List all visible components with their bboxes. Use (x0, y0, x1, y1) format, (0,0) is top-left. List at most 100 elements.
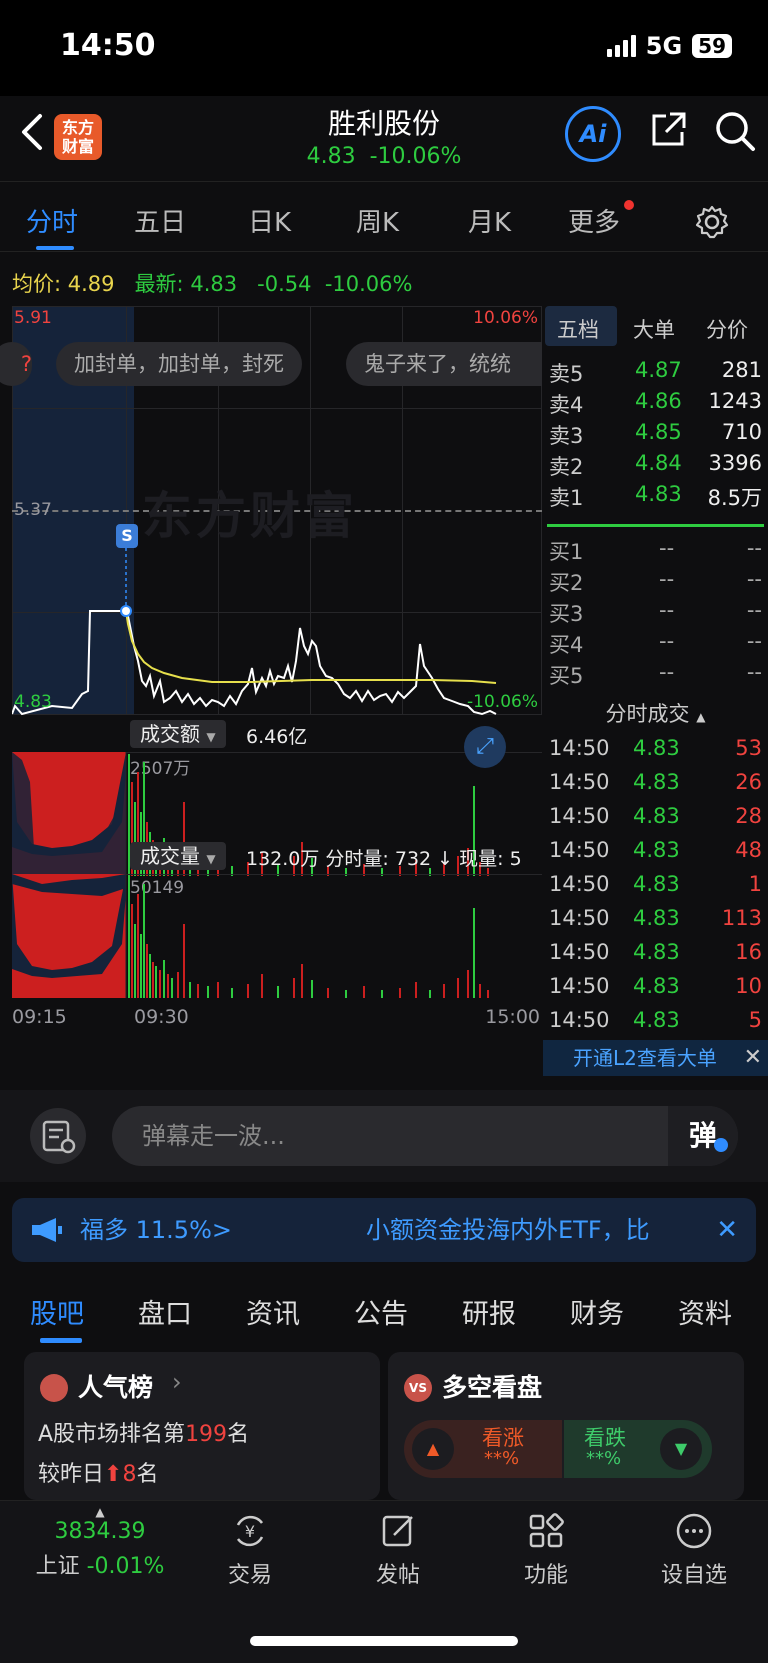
tab-more[interactable]: 更多 (568, 200, 635, 239)
ask-row: 卖5 4.87 281 (549, 358, 762, 386)
amount-value: 6.46亿 (246, 726, 308, 748)
danmu-send-button[interactable]: 弹 (668, 1106, 738, 1166)
tab-five-levels[interactable]: 五档 (557, 314, 599, 344)
status-right: 5G 59 (606, 32, 732, 60)
volume-value: 132.0万 分时量: 732 ↓ 现量: 5 (246, 848, 522, 870)
status-time: 14:50 (60, 28, 156, 63)
time-start-label: 09:15 (12, 1006, 67, 1028)
price-high-label: 5.91 (14, 308, 52, 328)
promo-banner[interactable]: 福多 11.5%> 小额资金投海内外ETF，比 ✕ (12, 1198, 756, 1262)
bull-button[interactable]: ▲ 看涨 **% (404, 1420, 562, 1478)
price-low-label: 4.83 (14, 692, 52, 712)
danmu-chip: 加封单，加封单，封死 (56, 342, 302, 386)
svg-text:¥: ¥ (245, 1522, 255, 1541)
close-icon[interactable]: ✕ (716, 1198, 738, 1262)
card-title: 多空看盘 (442, 1373, 543, 1402)
card-title: 人气榜 (78, 1373, 154, 1402)
grid-icon (529, 1513, 564, 1548)
tab-monthly-k[interactable]: 月K (468, 202, 511, 239)
nav-post[interactable]: 发帖 (338, 1511, 458, 1589)
bull-bear-card[interactable]: VS 多空看盘 ▲ 看涨 **% 看跌 **% ▼ (388, 1352, 744, 1500)
ask-row: 卖1 4.83 8.5万 (549, 482, 762, 510)
tick-row: 14:50 4.83 1 (549, 872, 762, 896)
battery-icon: 59 (692, 34, 732, 58)
promo-right-text: 小额资金投海内外ETF，比 (366, 1216, 650, 1244)
stock-header: 东方 财富 胜利股份 4.83 -10.06% Ai (0, 96, 768, 182)
tab-forum[interactable]: 股吧 (30, 1292, 84, 1331)
bid-row: 买4 -- -- (549, 629, 762, 657)
time-open-label: 09:30 (134, 1006, 189, 1028)
pct-low-label: -10.06% (467, 692, 538, 712)
nav-watchlist[interactable]: 设自选 (634, 1511, 754, 1589)
ask-row: 卖4 4.86 1243 (549, 389, 762, 417)
vs-icon: VS (404, 1374, 432, 1402)
active-tab-underline (36, 246, 74, 250)
nav-trade[interactable]: ¥ 交易 (190, 1511, 310, 1589)
nav-functions[interactable]: 功能 (486, 1511, 606, 1589)
network-label: 5G (645, 32, 683, 60)
danmu-chip: 鬼子来了，统统 (346, 342, 542, 386)
tick-row: 14:50 4.83 10 (549, 974, 762, 998)
tick-row: 14:50 4.83 26 (549, 770, 762, 794)
danmu-bar: 弹幕走一波... 弹 (0, 1090, 768, 1182)
order-book: 五档 大单 分价 卖5 4.87 281 卖4 4.86 1243 卖3 4.85 710 … (543, 306, 768, 1040)
gear-icon[interactable] (694, 204, 730, 240)
tab-announcements[interactable]: 公告 (354, 1292, 408, 1331)
ticks-title[interactable]: 分时成交 ▲ (543, 698, 768, 728)
status-bar: 14:50 5G 59 (0, 0, 768, 96)
bid-row: 买3 -- -- (549, 598, 762, 626)
expand-icon[interactable]: ⤢ (464, 726, 506, 768)
amount-selector[interactable]: 成交额 ▼ (130, 720, 226, 748)
arrow-down-icon: ▼ (660, 1428, 702, 1470)
chevron-right-icon: › (172, 1368, 182, 1396)
book-divider (547, 524, 764, 527)
tab-price-distribution[interactable]: 分价 (706, 314, 748, 344)
l2-upgrade-banner[interactable]: 开通L2查看大单 ✕ (543, 1040, 768, 1076)
edit-icon (382, 1515, 413, 1547)
time-end-label: 15:00 (485, 1006, 540, 1028)
price-info-line: 均价: 4.89 最新: 4.83 -0.54 -10.06% (12, 272, 413, 296)
danmu-settings-icon[interactable] (30, 1108, 86, 1164)
tick-row: 14:50 4.83 113 (549, 906, 762, 930)
price-mid-label: 5.37 (14, 500, 52, 520)
chart-period-tabs: 分时 五日 日K 周K 月K 更多 (0, 186, 768, 252)
signal-marker[interactable]: S (116, 524, 138, 548)
share-icon[interactable] (648, 110, 688, 150)
pct-high-label: 10.06% (473, 308, 538, 328)
tab-profile[interactable]: 资料 (678, 1292, 732, 1331)
tab-daily-k[interactable]: 日K (248, 202, 291, 239)
red-dot-badge (624, 200, 635, 210)
close-icon[interactable]: ✕ (744, 1040, 762, 1076)
rank-line: A股市场排名第199名 (38, 1422, 250, 1447)
tick-row: 14:50 4.83 48 (549, 838, 762, 862)
home-indicator (250, 1636, 518, 1646)
signal-icon (606, 35, 636, 57)
bid-row: 买5 -- -- (549, 660, 762, 688)
ai-button[interactable]: Ai (565, 106, 621, 162)
tab-finance[interactable]: 财务 (570, 1292, 624, 1331)
popularity-card[interactable]: 人气榜 › A股市场排名第199名 较昨日⬆8名 (24, 1352, 380, 1500)
content-tabs: 股吧 盘口 资讯 公告 研报 财务 资料 (0, 1272, 768, 1348)
bid-row: 买1 -- -- (549, 536, 762, 564)
tab-news[interactable]: 资讯 (246, 1292, 300, 1331)
danmu-input[interactable]: 弹幕走一波... (112, 1106, 738, 1166)
promo-left-text: 福多 11.5%> (80, 1216, 232, 1244)
tab-five-day[interactable]: 五日 (134, 202, 186, 239)
tick-row: 14:50 4.83 5 (549, 1008, 762, 1032)
tab-intraday[interactable]: 分时 (26, 202, 78, 239)
index-ticker[interactable]: ▲ 3834.39 上证 -0.01% (20, 1505, 180, 1580)
tab-weekly-k[interactable]: 周K (356, 202, 399, 239)
ask-row: 卖3 4.85 710 (549, 420, 762, 448)
megaphone-icon (32, 1218, 62, 1242)
tab-market-depth[interactable]: 盘口 (138, 1292, 192, 1331)
volume-selector[interactable]: 成交量 ▼ (130, 842, 226, 870)
tab-big-orders[interactable]: 大单 (633, 314, 675, 344)
tab-research[interactable]: 研报 (462, 1292, 516, 1331)
rank-change-line: 较昨日⬆8名 (38, 1462, 159, 1487)
ask-row: 卖2 4.84 3396 (549, 451, 762, 479)
intraday-chart[interactable]: 东方财富 S 5.91 5.37 4.83 10.06% -10.06% ? 加… (0, 306, 542, 1081)
search-icon[interactable] (714, 110, 756, 152)
bear-button[interactable]: 看跌 **% ▼ (564, 1420, 712, 1478)
bid-row: 买2 -- -- (549, 567, 762, 595)
chart-bar-icon (40, 1374, 68, 1402)
